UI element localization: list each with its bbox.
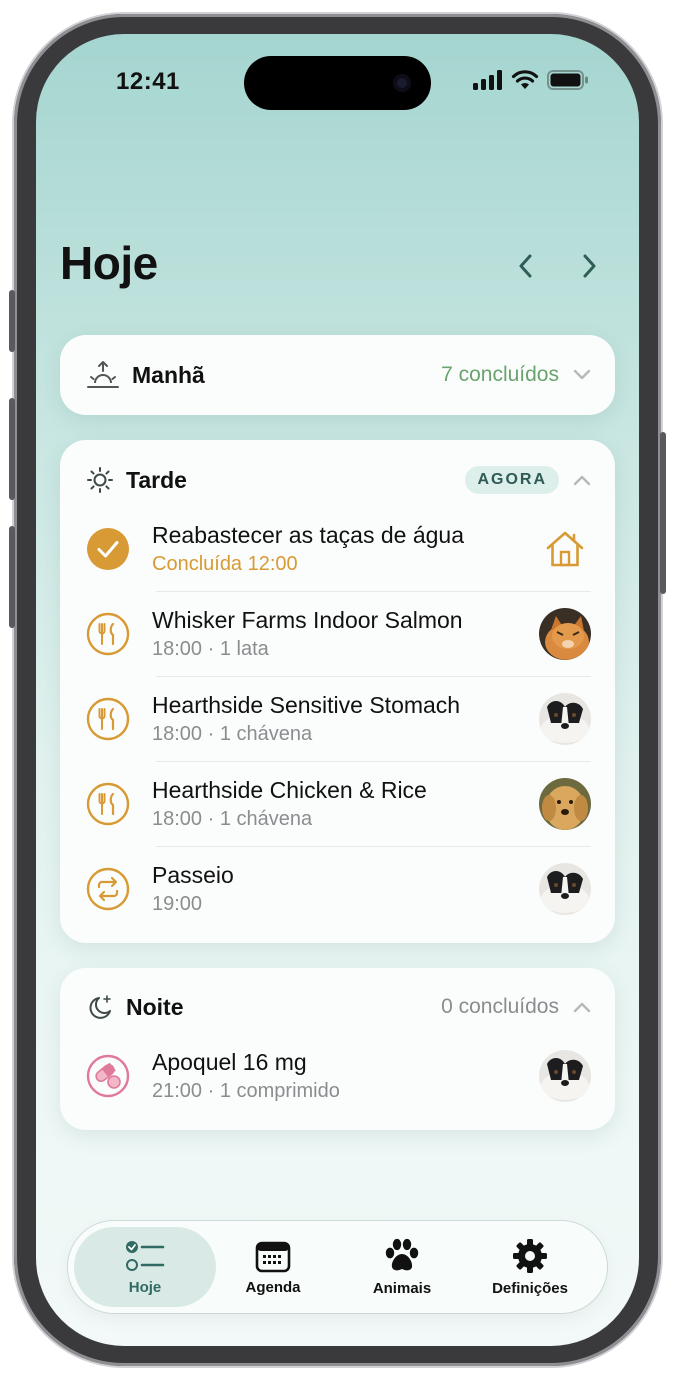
task-subtitle: 18:00 · 1 chávena: [152, 808, 313, 830]
tab-label: Hoje: [128, 1278, 162, 1296]
status-time: 12:41: [116, 68, 180, 95]
border-collie-avatar: [539, 1050, 591, 1102]
golden-retriever-avatar: [539, 778, 591, 830]
morning-header[interactable]: Manhã 7 concluídos: [86, 355, 591, 395]
previous-day-button[interactable]: [508, 248, 544, 284]
task-hearthside-chicken[interactable]: Hearthside Chicken & Rice 18:00 · 1 cháv…: [86, 762, 591, 846]
morning-count: 7 concluídos: [441, 363, 559, 386]
task-apoquel[interactable]: Apoquel 16 mg 21:00 · 1 comprimido: [86, 1034, 591, 1118]
house-icon: [539, 523, 591, 575]
task-subtitle: 18:00 · 1 chávena: [152, 723, 313, 745]
status-icons: [473, 70, 589, 90]
task-title: Reabastecer as taças de água: [152, 522, 464, 548]
power-button: [660, 432, 666, 594]
task-whisker-farms[interactable]: Whisker Farms Indoor Salmon 18:00 · 1 la…: [86, 592, 591, 676]
night-label: Noite: [126, 993, 184, 1020]
task-title: Hearthside Chicken & Rice: [152, 777, 427, 803]
fork-knife-icon[interactable]: [86, 782, 130, 826]
volume-down-button: [9, 526, 15, 628]
task-title: Whisker Farms Indoor Salmon: [152, 607, 463, 633]
fork-knife-icon[interactable]: [86, 612, 130, 656]
afternoon-label: Tarde: [126, 466, 187, 493]
sun-icon: [87, 467, 113, 493]
tab-label: Agenda: [245, 1278, 301, 1296]
task-title: Passeio: [152, 862, 234, 888]
task-subtitle: Concluída 12:00: [152, 553, 298, 575]
tab-label: Definições: [492, 1279, 568, 1297]
paw-icon: [385, 1238, 419, 1270]
battery-icon: [547, 70, 588, 90]
task-walk[interactable]: Passeio 19:00: [86, 847, 591, 931]
gear-icon: [513, 1238, 547, 1273]
repeat-icon[interactable]: [86, 867, 130, 911]
list-check-icon: [126, 1240, 165, 1271]
dynamic-island: [244, 56, 431, 110]
tab-label: Animais: [372, 1279, 432, 1297]
volume-up-button: [9, 398, 15, 500]
tab-bar: Hoje Agenda Animais Definições: [68, 1221, 607, 1313]
next-day-button[interactable]: [571, 248, 607, 284]
tab-settings[interactable]: Definições: [459, 1227, 601, 1307]
pill-icon[interactable]: [86, 1054, 130, 1098]
border-collie-avatar: [539, 693, 591, 745]
border-collie-avatar: [539, 863, 591, 915]
task-title: Hearthside Sensitive Stomach: [152, 692, 461, 718]
chevron-down-icon: [573, 369, 591, 381]
night-section: Noite 0 concluídos Apoquel 16 mg 21:00 ·…: [60, 968, 615, 1130]
screen: 12:41 Hoje Manhã 7 concluídos Tarde AGOR…: [36, 34, 639, 1346]
morning-label: Manhã: [132, 361, 205, 388]
task-text: Reabastecer as taças de água Concluída 1…: [152, 520, 539, 578]
chevron-left-icon: [519, 254, 532, 278]
cat-avatar: [539, 608, 591, 660]
tab-schedule[interactable]: Agenda: [202, 1227, 344, 1307]
now-badge: AGORA: [465, 466, 559, 494]
action-button: [9, 290, 15, 352]
chevron-up-icon: [573, 474, 591, 486]
wifi-icon: [511, 70, 539, 89]
afternoon-header[interactable]: Tarde AGORA: [86, 460, 591, 500]
night-count: 0 concluídos: [441, 995, 559, 1018]
fork-knife-icon[interactable]: [86, 697, 130, 741]
task-text: Whisker Farms Indoor Salmon 18:00 · 1 la…: [152, 605, 539, 663]
task-subtitle: 21:00 · 1 comprimido: [152, 1080, 340, 1102]
night-header[interactable]: Noite 0 concluídos: [86, 987, 591, 1027]
moon-stars-icon: [89, 995, 111, 1019]
afternoon-section: Tarde AGORA Reabastecer as taças de água…: [60, 440, 615, 943]
task-text: Hearthside Chicken & Rice 18:00 · 1 cháv…: [152, 775, 539, 833]
sunrise-icon: [87, 361, 119, 388]
tab-today[interactable]: Hoje: [74, 1227, 216, 1307]
task-refill-water[interactable]: Reabastecer as taças de água Concluída 1…: [86, 507, 591, 591]
task-subtitle: 18:00 · 1 lata: [152, 638, 269, 660]
calendar-icon: [255, 1241, 291, 1272]
task-subtitle: 19:00: [152, 893, 203, 915]
task-text: Apoquel 16 mg 21:00 · 1 comprimido: [152, 1047, 539, 1105]
chevron-right-icon: [583, 254, 596, 278]
task-text: Hearthside Sensitive Stomach 18:00 · 1 c…: [152, 690, 539, 748]
task-text: Passeio 19:00: [152, 860, 539, 918]
check-icon[interactable]: [86, 527, 130, 571]
task-title: Apoquel 16 mg: [152, 1049, 307, 1075]
cellular-signal-icon: [473, 70, 502, 90]
chevron-up-icon: [573, 1001, 591, 1013]
tab-animals[interactable]: Animais: [331, 1227, 473, 1307]
morning-section[interactable]: Manhã 7 concluídos: [60, 335, 615, 415]
page-title: Hoje: [60, 237, 158, 289]
task-hearthside-sensitive[interactable]: Hearthside Sensitive Stomach 18:00 · 1 c…: [86, 677, 591, 761]
